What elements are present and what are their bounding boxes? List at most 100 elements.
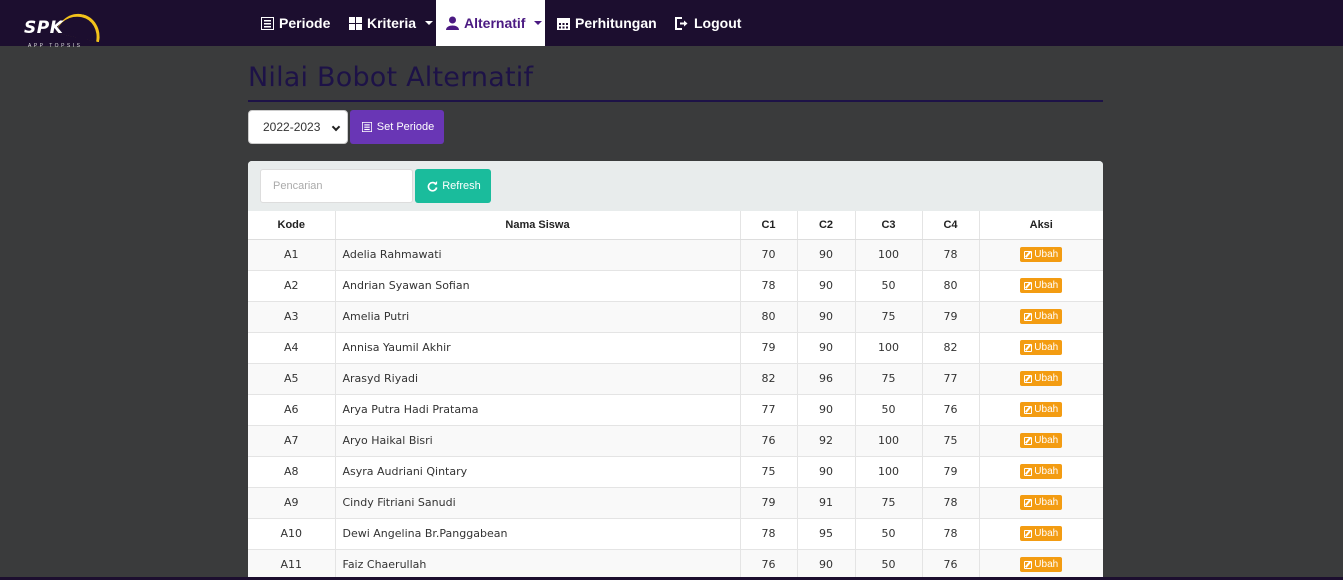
table-row: A2 Andrian Syawan Sofian 78 90 50 80 Ubah <box>248 269 1103 301</box>
cell-c1: 78 <box>740 517 798 549</box>
brand-logo[interactable]: SPK APP TOPSIS <box>22 9 112 52</box>
cell-nama: Annisa Yaumil Akhir <box>335 331 741 363</box>
cell-kode: A6 <box>248 393 336 425</box>
cell-nama: Arasyd Riyadi <box>335 362 741 394</box>
cell-c1: 78 <box>740 269 798 301</box>
chevron-down-icon <box>534 21 543 25</box>
ubah-button[interactable]: Ubah <box>1020 433 1063 448</box>
cell-c1: 76 <box>740 424 798 456</box>
ubah-label: Ubah <box>1034 311 1059 322</box>
ubah-button[interactable]: Ubah <box>1020 278 1063 293</box>
cell-c3: 50 <box>855 517 923 549</box>
calendar-icon <box>556 16 570 30</box>
cell-kode: A1 <box>248 238 336 270</box>
nav-periode[interactable]: Periode <box>250 0 340 46</box>
nav-alternatif-label: Alternatif <box>464 15 526 31</box>
cell-c2: 96 <box>797 362 856 394</box>
cell-nama: Aryo Haikal Bisri <box>335 424 741 456</box>
cell-c2: 90 <box>797 269 856 301</box>
ubah-button[interactable]: Ubah <box>1020 526 1063 541</box>
ubah-button[interactable]: Ubah <box>1020 247 1063 262</box>
edit-icon <box>1024 312 1033 321</box>
ubah-button[interactable]: Ubah <box>1020 340 1063 355</box>
nav-periode-label: Periode <box>279 15 331 31</box>
period-select-value: 2022-2023 <box>263 120 321 134</box>
table-row: A5 Arasyd Riyadi 82 96 75 77 Ubah <box>248 362 1103 394</box>
cell-c4: 80 <box>922 269 980 301</box>
cell-aksi: Ubah <box>979 238 1103 270</box>
cell-aksi: Ubah <box>979 269 1103 301</box>
nav-alternatif[interactable]: Alternatif <box>436 0 545 46</box>
cell-c3: 75 <box>855 486 923 518</box>
chevron-down-icon <box>425 21 434 25</box>
cell-c1: 80 <box>740 300 798 332</box>
cell-c4: 78 <box>922 238 980 270</box>
panel-header: Pencarian Refresh <box>248 161 1103 211</box>
edit-icon <box>1024 529 1033 538</box>
logo-text: SPK <box>24 18 64 38</box>
cell-c3: 50 <box>855 393 923 425</box>
header-nama: Nama Siswa <box>335 211 741 240</box>
set-periode-label: Set Periode <box>376 121 435 133</box>
cell-nama: Faiz Chaerullah <box>335 548 741 580</box>
cell-c3: 50 <box>855 269 923 301</box>
list-icon <box>260 16 274 30</box>
nav-logout-label: Logout <box>694 15 742 31</box>
search-input[interactable]: Pencarian <box>260 169 413 203</box>
cell-c4: 75 <box>922 424 980 456</box>
cell-aksi: Ubah <box>979 486 1103 518</box>
edit-icon <box>1024 467 1033 476</box>
nav-kriteria[interactable]: Kriteria <box>338 0 443 46</box>
cell-nama: Cindy Fitriani Sanudi <box>335 486 741 518</box>
cell-c1: 77 <box>740 393 798 425</box>
cell-c3: 75 <box>855 300 923 332</box>
ubah-button[interactable]: Ubah <box>1020 464 1063 479</box>
refresh-icon <box>425 179 439 193</box>
cell-c4: 76 <box>922 548 980 580</box>
cell-c2: 90 <box>797 331 856 363</box>
edit-icon <box>1024 436 1033 445</box>
edit-icon <box>1024 560 1033 569</box>
cell-kode: A3 <box>248 300 336 332</box>
cell-aksi: Ubah <box>979 393 1103 425</box>
nav-perhitungan[interactable]: Perhitungan <box>546 0 667 46</box>
cell-aksi: Ubah <box>979 362 1103 394</box>
cell-c3: 75 <box>855 362 923 394</box>
table-row: A3 Amelia Putri 80 90 75 79 Ubah <box>248 300 1103 332</box>
set-periode-button[interactable]: Set Periode <box>350 110 444 144</box>
edit-icon <box>1024 374 1033 383</box>
ubah-button[interactable]: Ubah <box>1020 495 1063 510</box>
chevron-down-icon <box>331 122 341 132</box>
table-row: A11 Faiz Chaerullah 76 90 50 76 Ubah <box>248 548 1103 580</box>
table-row: A10 Dewi Angelina Br.Panggabean 78 95 50 78 Ub… <box>248 517 1103 549</box>
ubah-label: Ubah <box>1034 435 1059 446</box>
period-select[interactable]: 2022-2023 <box>248 110 348 144</box>
ubah-button[interactable]: Ubah <box>1020 371 1063 386</box>
edit-icon <box>1024 250 1033 259</box>
nav-logout[interactable]: Logout <box>665 0 751 46</box>
cell-c1: 75 <box>740 455 798 487</box>
cell-c3: 100 <box>855 238 923 270</box>
cell-c2: 90 <box>797 300 856 332</box>
ubah-button[interactable]: Ubah <box>1020 557 1063 573</box>
edit-icon <box>1024 281 1033 290</box>
header-kode: Kode <box>248 211 336 240</box>
list-icon <box>360 120 374 134</box>
cell-c2: 91 <box>797 486 856 518</box>
title-divider <box>248 100 1103 102</box>
user-icon <box>446 16 459 30</box>
ubah-label: Ubah <box>1034 280 1059 291</box>
refresh-button[interactable]: Refresh <box>415 169 491 203</box>
cell-kode: A7 <box>248 424 336 456</box>
ubah-label: Ubah <box>1034 373 1059 384</box>
cell-c3: 50 <box>855 548 923 580</box>
table-row: A1 Adelia Rahmawati 70 90 100 78 Ubah <box>248 238 1103 270</box>
ubah-button[interactable]: Ubah <box>1020 309 1063 324</box>
cell-kode: A4 <box>248 331 336 363</box>
ubah-button[interactable]: Ubah <box>1020 402 1063 417</box>
grid-icon <box>348 16 362 30</box>
cell-c2: 90 <box>797 238 856 270</box>
ubah-label: Ubah <box>1034 404 1059 415</box>
cell-nama: Amelia Putri <box>335 300 741 332</box>
header-c3: C3 <box>855 211 923 240</box>
